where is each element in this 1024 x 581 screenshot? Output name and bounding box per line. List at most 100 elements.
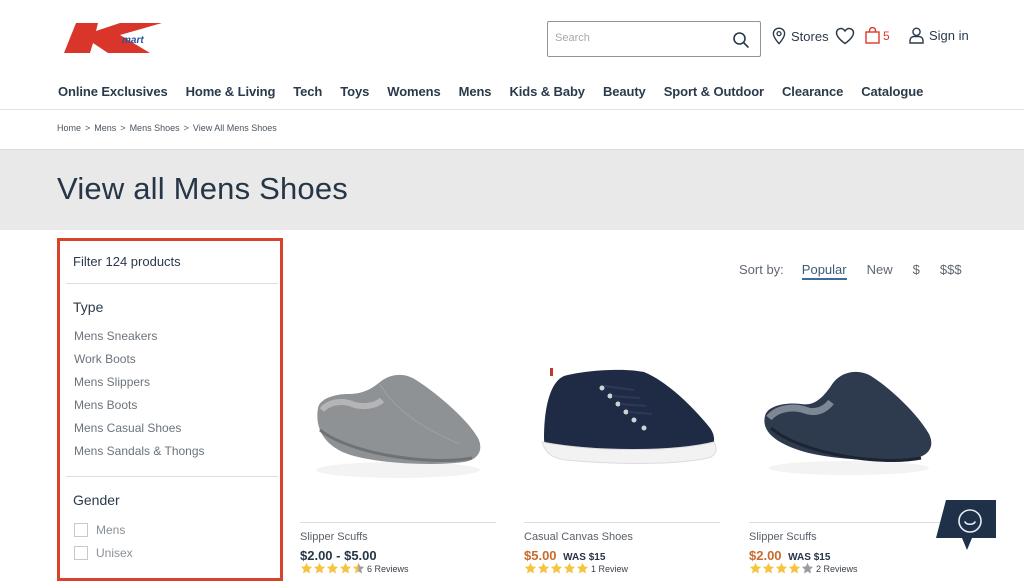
product-divider	[300, 522, 496, 523]
checkbox-label: Mens	[96, 523, 126, 537]
filter-type-mens-slippers[interactable]: Mens Slippers	[74, 375, 205, 398]
filter-gender-mens[interactable]: Mens	[74, 523, 125, 537]
breadcrumb-mens-shoes[interactable]: Mens Shoes	[130, 123, 180, 133]
filter-panel: Filter 124 products Type Mens Sneakers W…	[57, 238, 283, 581]
star-icon	[524, 562, 537, 574]
stores-label: Stores	[791, 28, 829, 44]
filter-type-mens-sneakers[interactable]: Mens Sneakers	[74, 329, 205, 352]
filter-type-mens-casual-shoes[interactable]: Mens Casual Shoes	[74, 421, 205, 444]
chat-widget-button[interactable]	[936, 500, 998, 552]
stores-link[interactable]: Stores	[772, 27, 829, 45]
smiley-chat-icon	[936, 500, 996, 550]
nav-item-mens[interactable]: Mens	[459, 84, 492, 99]
star-icon	[563, 562, 576, 574]
star-icon	[550, 562, 563, 574]
filter-type-mens-boots[interactable]: Mens Boots	[74, 398, 205, 421]
kmart-logo[interactable]: mart	[62, 21, 168, 55]
nav-item-home-living[interactable]: Home & Living	[186, 84, 276, 99]
star-rating	[524, 562, 589, 575]
search-icon[interactable]	[732, 31, 750, 49]
heart-icon	[835, 27, 855, 45]
checkbox-label: Unisex	[96, 546, 133, 560]
breadcrumb-home[interactable]: Home	[57, 123, 81, 133]
product-name[interactable]: Slipper Scuffs	[300, 531, 368, 543]
sort-new[interactable]: New	[867, 262, 893, 277]
search-input[interactable]	[555, 32, 725, 44]
breadcrumb-separator: >	[120, 123, 126, 133]
shopping-bag-icon	[865, 27, 880, 44]
filter-gender-title[interactable]: Gender	[73, 492, 120, 508]
review-count[interactable]: 2 Reviews	[816, 564, 858, 574]
star-rating	[300, 562, 365, 575]
breadcrumb-mens[interactable]: Mens	[94, 123, 116, 133]
star-icon	[339, 562, 352, 574]
nav-item-tech[interactable]: Tech	[293, 84, 322, 99]
product-card[interactable]: Casual Canvas Shoes $5.00 WAS $15 1 Revi…	[524, 310, 720, 581]
sort-popular[interactable]: Popular	[801, 262, 847, 280]
product-rating[interactable]: 1 Review	[524, 562, 628, 575]
breadcrumb-separator: >	[183, 123, 189, 133]
filter-type-work-boots[interactable]: Work Boots	[74, 352, 205, 375]
breadcrumb-current: View All Mens Shoes	[192, 123, 277, 133]
nav-item-catalogue[interactable]: Catalogue	[861, 84, 923, 99]
filter-type-title[interactable]: Type	[73, 299, 103, 315]
product-image-grey-slipper[interactable]	[300, 330, 496, 500]
sort-bar: Sort by: Popular New $ $$$	[739, 262, 962, 280]
nav-item-womens[interactable]: Womens	[387, 84, 440, 99]
star-icon	[537, 562, 550, 574]
page-title: View all Mens Shoes	[57, 171, 348, 206]
search-box[interactable]	[547, 21, 761, 57]
sort-price-low[interactable]: $	[913, 262, 920, 277]
page-title-band: View all Mens Shoes	[0, 149, 1024, 230]
star-icon	[352, 562, 365, 574]
user-icon	[909, 27, 924, 44]
product-price: $2.00 WAS $15	[749, 548, 830, 563]
nav-item-clearance[interactable]: Clearance	[782, 84, 843, 99]
logo-text: mart	[122, 35, 144, 46]
filter-divider	[66, 476, 278, 477]
filter-type-list: Mens Sneakers Work Boots Mens Slippers M…	[74, 329, 205, 467]
nav-item-sport-outdoor[interactable]: Sport & Outdoor	[664, 84, 764, 99]
cart-count: 5	[883, 28, 890, 43]
filter-gender-unisex[interactable]: Unisex	[74, 546, 133, 560]
product-price-now: $2.00 - $5.00	[300, 548, 377, 563]
sort-price-high[interactable]: $$$	[940, 262, 962, 277]
checkbox[interactable]	[74, 523, 88, 537]
product-card[interactable]: Slipper Scuffs $2.00 WAS $15 2 Reviews	[749, 310, 945, 581]
product-price-now: $5.00	[524, 548, 557, 563]
star-icon	[801, 562, 814, 574]
product-name[interactable]: Casual Canvas Shoes	[524, 531, 633, 543]
breadcrumb-separator: >	[85, 123, 91, 133]
nav-item-beauty[interactable]: Beauty	[603, 84, 646, 99]
star-icon	[576, 562, 589, 574]
star-icon	[762, 562, 775, 574]
product-price-now: $2.00	[749, 548, 782, 563]
filter-type-mens-sandals-thongs[interactable]: Mens Sandals & Thongs	[74, 444, 205, 467]
product-divider	[749, 522, 945, 523]
product-rating[interactable]: 6 Reviews	[300, 562, 409, 575]
filter-divider	[66, 283, 278, 284]
product-image-navy-slipper[interactable]	[749, 330, 945, 500]
review-count[interactable]: 6 Reviews	[367, 564, 409, 574]
product-image-navy-canvas-sneaker[interactable]	[524, 330, 720, 500]
product-price: $2.00 - $5.00	[300, 548, 377, 563]
filter-count: Filter 124 products	[73, 254, 181, 269]
nav-divider	[0, 109, 1024, 110]
product-card[interactable]: Slipper Scuffs $2.00 - $5.00 6 Reviews	[300, 310, 496, 581]
nav-item-online-exclusives[interactable]: Online Exclusives	[58, 84, 168, 99]
sign-in-link[interactable]: Sign in	[909, 27, 969, 44]
star-icon	[300, 562, 313, 574]
main-nav: Online Exclusives Home & Living Tech Toy…	[58, 84, 941, 99]
cart-button[interactable]: 5	[865, 27, 890, 44]
product-price: $5.00 WAS $15	[524, 548, 605, 563]
star-icon	[749, 562, 762, 574]
wishlist-button[interactable]	[835, 27, 855, 45]
sign-in-label: Sign in	[929, 28, 969, 43]
product-name[interactable]: Slipper Scuffs	[749, 531, 817, 543]
review-count[interactable]: 1 Review	[591, 564, 628, 574]
product-rating[interactable]: 2 Reviews	[749, 562, 858, 575]
location-pin-icon	[772, 27, 786, 45]
checkbox[interactable]	[74, 546, 88, 560]
nav-item-toys[interactable]: Toys	[340, 84, 369, 99]
nav-item-kids-baby[interactable]: Kids & Baby	[509, 84, 585, 99]
